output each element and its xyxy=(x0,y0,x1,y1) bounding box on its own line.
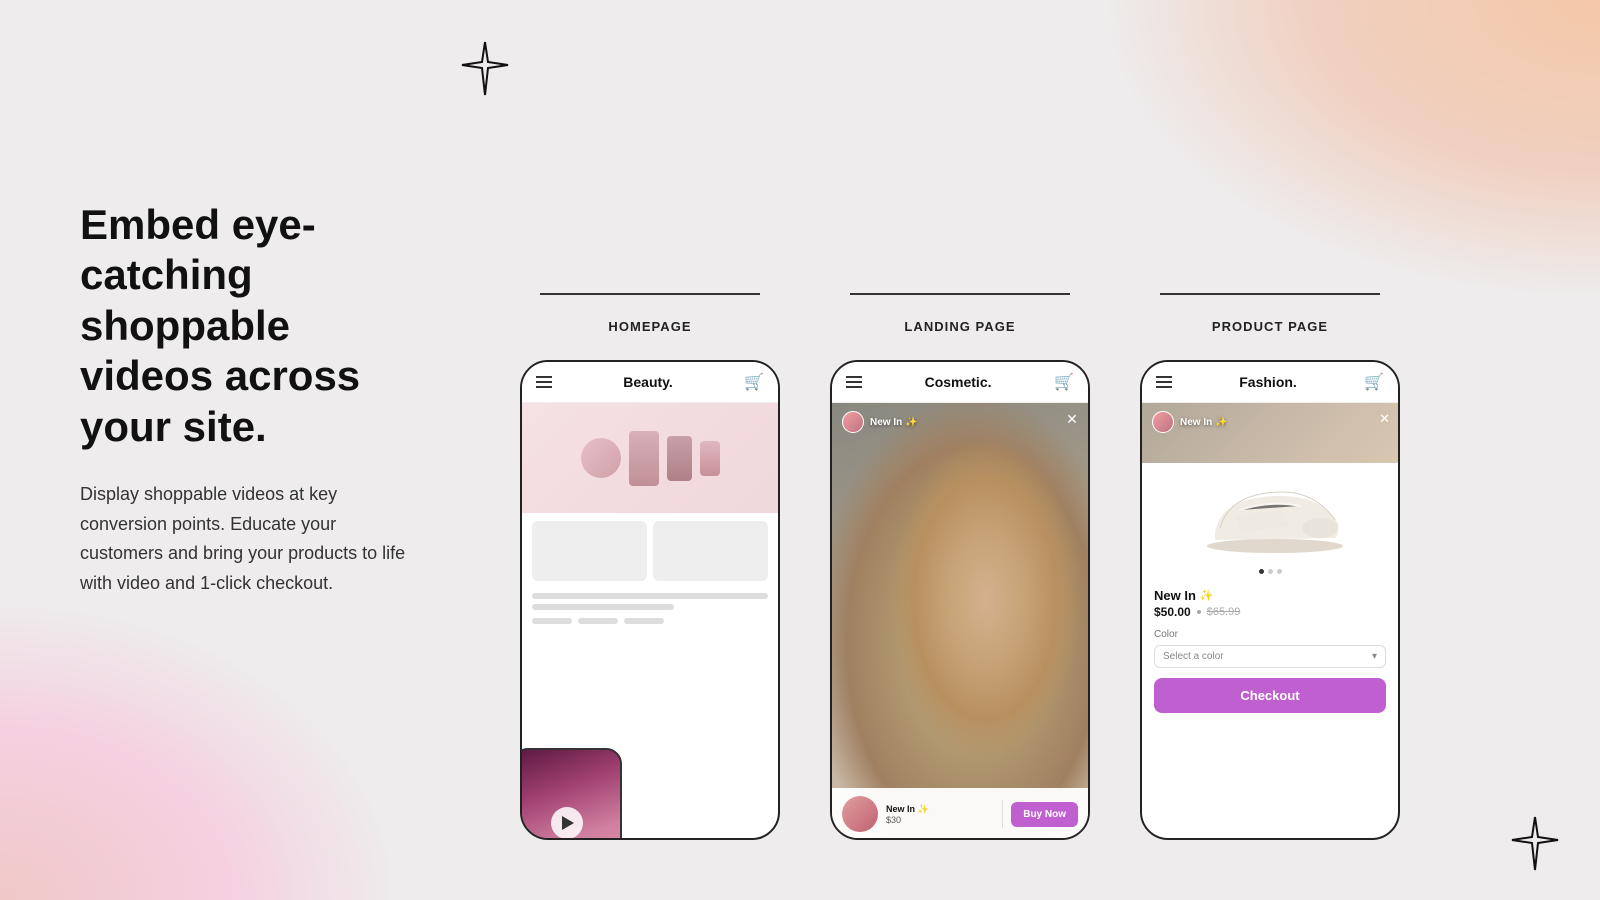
product-content: New In ✨ $50.00 $65.99 Color Select a co… xyxy=(1142,580,1398,721)
homepage-title: Beauty. xyxy=(623,374,673,390)
product-label: PRODUCT PAGE xyxy=(1212,319,1328,334)
homepage-label-line xyxy=(540,293,760,295)
product-story-overlay: New In ✨ ✕ xyxy=(1142,403,1398,441)
landing-product-price: $30 xyxy=(886,815,994,825)
grid-item-1 xyxy=(532,521,647,581)
play-button[interactable] xyxy=(551,807,583,839)
line-small-3 xyxy=(624,618,664,624)
star-logo-top xyxy=(460,40,510,105)
shoe-illustration xyxy=(1200,478,1340,548)
homepage-hero xyxy=(522,403,778,513)
landing-cart-icon: 🛒 xyxy=(1054,372,1074,392)
product-hero: New In ✨ ✕ xyxy=(1142,403,1398,563)
landing-close-btn[interactable]: ✕ xyxy=(1064,411,1080,427)
product-price: $50.00 xyxy=(1154,605,1191,619)
product-name: New In xyxy=(1154,588,1196,603)
homepage-column: HOMEPAGE Beauty. 🛒 xyxy=(520,293,780,840)
dot-3 xyxy=(1277,569,1282,574)
product-sparkle: ✨ xyxy=(1200,589,1214,602)
product-title: Fashion. xyxy=(1239,374,1297,390)
landing-product-info: New In ✨ $30 xyxy=(886,804,994,825)
landing-bottom-bar: New In ✨ $30 Buy Now xyxy=(832,788,1088,840)
homepage-grid xyxy=(522,513,778,589)
left-section: Embed eye-catching shoppable videos acro… xyxy=(0,0,480,900)
cart-icon: 🛒 xyxy=(744,372,764,392)
product-close-btn[interactable]: ✕ xyxy=(1379,411,1390,427)
color-select[interactable]: Select a color ▾ xyxy=(1154,645,1386,668)
product-original-price: $65.99 xyxy=(1207,606,1241,618)
landing-topbar: Cosmetic. 🛒 xyxy=(832,362,1088,403)
product-rect3 xyxy=(700,441,720,476)
product-price-row: $50.00 $65.99 xyxy=(1154,605,1386,619)
homepage-lines-row xyxy=(522,614,778,628)
product-column: PRODUCT PAGE Fashion. 🛒 xyxy=(1140,293,1400,840)
line-2 xyxy=(532,604,674,610)
checkout-button[interactable]: Checkout xyxy=(1154,678,1386,713)
landing-buy-button[interactable]: Buy Now xyxy=(1011,802,1078,827)
landing-overlay: New In ✨ xyxy=(832,403,1088,441)
landing-column: LANDING PAGE Cosmetic. 🛒 xyxy=(830,293,1090,840)
right-section: HOMEPAGE Beauty. 🛒 xyxy=(480,0,1600,900)
divider xyxy=(1002,800,1003,828)
dot-2 xyxy=(1268,569,1273,574)
landing-product-thumb xyxy=(842,796,878,832)
story-strip: New In ✨ ✕ xyxy=(1142,403,1398,463)
color-chevron: ▾ xyxy=(1372,651,1377,662)
play-triangle xyxy=(562,816,574,830)
landing-label: LANDING PAGE xyxy=(904,319,1015,334)
price-separator xyxy=(1197,610,1201,614)
product-dots xyxy=(1142,563,1398,580)
color-label: Color xyxy=(1154,629,1386,640)
homepage-phone: Beauty. 🛒 xyxy=(520,360,780,840)
landing-face xyxy=(832,403,1088,840)
hero-products xyxy=(581,431,720,486)
product-hamburger xyxy=(1156,376,1172,388)
product-avatar xyxy=(1152,411,1174,433)
hamburger-icon xyxy=(536,376,552,388)
product-rect2 xyxy=(667,436,692,481)
landing-title: Cosmetic. xyxy=(925,374,992,390)
line-1 xyxy=(532,593,768,599)
star-logo-bottom xyxy=(1510,815,1560,880)
landing-product-name: New In ✨ xyxy=(886,804,994,815)
landing-label-line xyxy=(850,293,1070,295)
main-heading: Embed eye-catching shoppable videos acro… xyxy=(80,200,420,452)
landing-story-label: New In ✨ xyxy=(870,417,917,428)
homepage-lines xyxy=(522,589,778,614)
product-topbar: Fashion. 🛒 xyxy=(1142,362,1398,403)
product-phone: Fashion. 🛒 New In ✨ ✕ xyxy=(1140,360,1400,840)
color-placeholder: Select a color xyxy=(1163,651,1224,662)
dot-1 xyxy=(1259,569,1264,574)
landing-hamburger xyxy=(846,376,862,388)
product-story-label: New In ✨ xyxy=(1180,417,1227,428)
page-layout: Embed eye-catching shoppable videos acro… xyxy=(0,0,1600,900)
landing-avatar xyxy=(842,411,864,433)
sub-text: Display shoppable videos at key conversi… xyxy=(80,480,420,599)
product-rect1 xyxy=(629,431,659,486)
line-small-1 xyxy=(532,618,572,624)
grid-item-2 xyxy=(653,521,768,581)
product-circle xyxy=(581,438,621,478)
homepage-label: HOMEPAGE xyxy=(608,319,691,334)
landing-phone: Cosmetic. 🛒 New In ✨ ✕ xyxy=(830,360,1090,840)
product-label-line xyxy=(1160,293,1380,295)
product-cart-icon: 🛒 xyxy=(1364,372,1384,392)
video-overlay[interactable] xyxy=(520,748,622,840)
product-title-row: New In ✨ xyxy=(1154,588,1386,603)
product-shoe-area xyxy=(1142,463,1398,563)
line-small-2 xyxy=(578,618,618,624)
homepage-topbar: Beauty. 🛒 xyxy=(522,362,778,403)
product-hero-bg: New In ✨ ✕ xyxy=(1142,403,1398,563)
landing-hero: New In ✨ ✕ New In ✨ $30 Buy Now xyxy=(832,403,1088,840)
